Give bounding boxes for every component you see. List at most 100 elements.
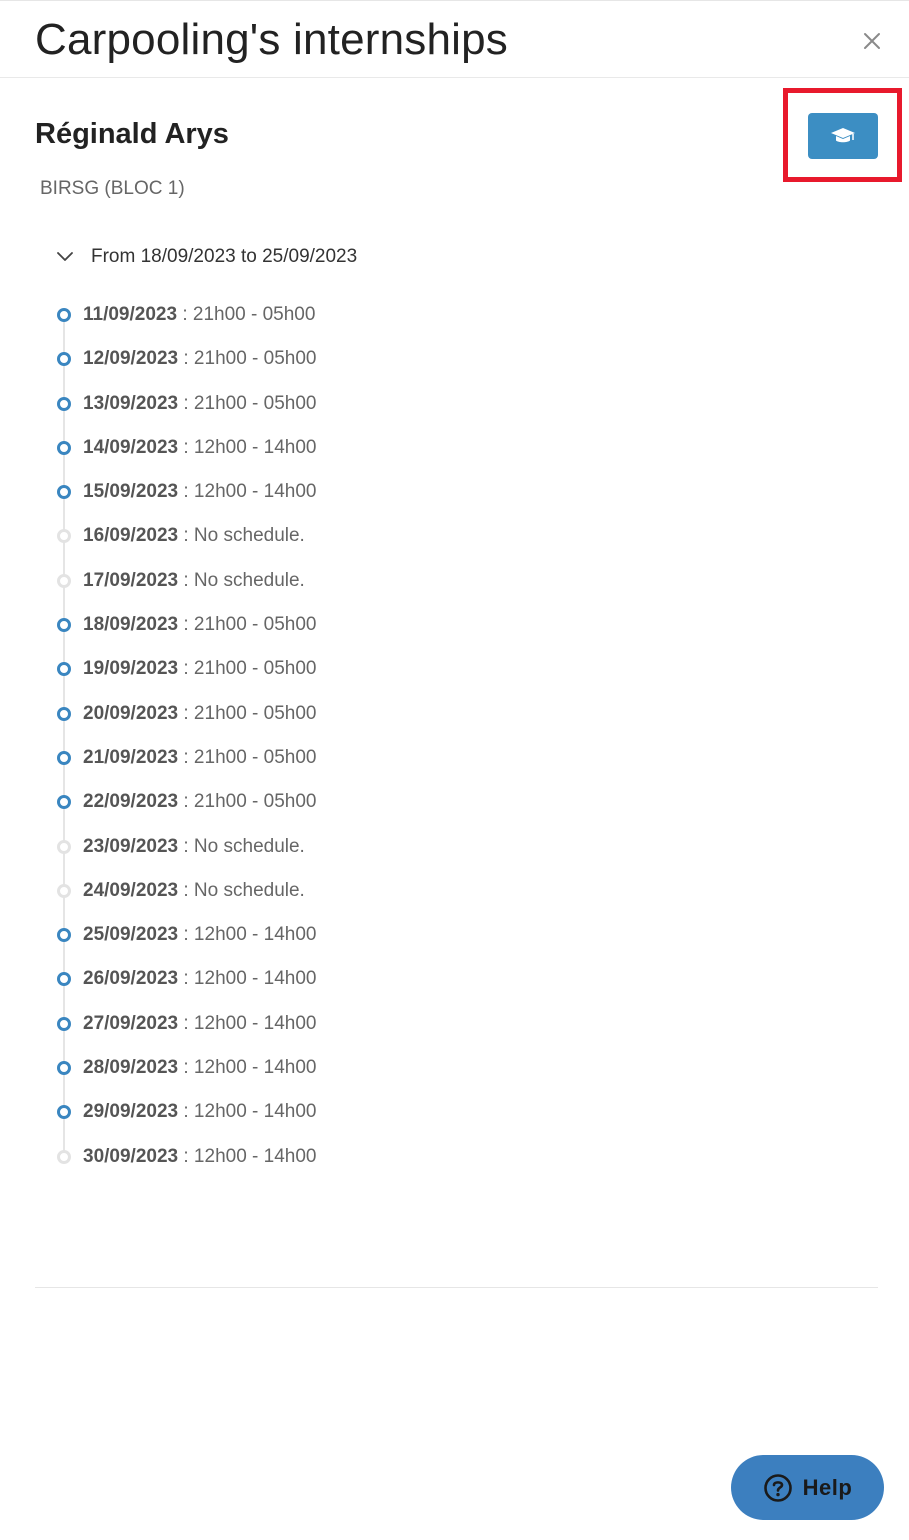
page-title: Carpooling's internships bbox=[35, 15, 509, 64]
schedule-entry: 27/09/2023 : 12h00 - 14h00 bbox=[83, 1012, 316, 1036]
schedule-entry: 21/09/2023 : 21h00 - 05h00 bbox=[83, 746, 316, 770]
schedule-time: : 12h00 - 14h00 bbox=[178, 1145, 317, 1167]
list-item: 25/09/2023 : 12h00 - 14h00 bbox=[0, 913, 909, 957]
schedule-date: 27/09/2023 bbox=[83, 1012, 179, 1034]
schedule-entry: 29/09/2023 : 12h00 - 14h00 bbox=[83, 1100, 316, 1124]
timeline-dot-active bbox=[57, 1061, 71, 1076]
list-item: 15/09/2023 : 12h00 - 14h00 bbox=[0, 470, 909, 514]
schedule-time: : No schedule. bbox=[178, 525, 305, 547]
period-toggle[interactable]: From 18/09/2023 to 25/09/2023 bbox=[55, 243, 357, 271]
close-button[interactable] bbox=[856, 25, 888, 57]
close-icon bbox=[864, 33, 880, 49]
schedule-entry: 13/09/2023 : 21h00 - 05h00 bbox=[83, 392, 316, 416]
schedule-entry: 23/09/2023 : No schedule. bbox=[83, 835, 305, 859]
schedule-entry: 14/09/2023 : 12h00 - 14h00 bbox=[83, 436, 316, 460]
timeline-dot-inactive bbox=[57, 883, 71, 898]
schedule-time: : 21h00 - 05h00 bbox=[178, 614, 317, 636]
list-item: 23/09/2023 : No schedule. bbox=[0, 825, 909, 869]
schedule-date: 19/09/2023 bbox=[83, 658, 179, 680]
schedule-entry: 12/09/2023 : 21h00 - 05h00 bbox=[83, 347, 316, 371]
graduation-cap-icon bbox=[831, 128, 855, 143]
schedule-time: : No schedule. bbox=[178, 879, 305, 901]
schedule-time: : 21h00 - 05h00 bbox=[178, 392, 317, 414]
schedule-date: 30/09/2023 bbox=[83, 1145, 179, 1167]
schedule-date: 16/09/2023 bbox=[83, 525, 179, 547]
list-item: 27/09/2023 : 12h00 - 14h00 bbox=[0, 1002, 909, 1046]
schedule-entry: 28/09/2023 : 12h00 - 14h00 bbox=[83, 1056, 316, 1080]
list-item: 24/09/2023 : No schedule. bbox=[0, 869, 909, 913]
list-item: 22/09/2023 : 21h00 - 05h00 bbox=[0, 780, 909, 824]
timeline-dot-active bbox=[57, 662, 71, 677]
timeline-dot-inactive bbox=[57, 1149, 71, 1164]
schedule-entry: 15/09/2023 : 12h00 - 14h00 bbox=[83, 480, 316, 504]
schedule-date: 28/09/2023 bbox=[83, 1057, 179, 1079]
help-button[interactable]: Help bbox=[731, 1455, 884, 1520]
schedule-time: : No schedule. bbox=[178, 835, 305, 857]
schedule-date: 15/09/2023 bbox=[83, 481, 179, 503]
schedule-date: 17/09/2023 bbox=[83, 569, 179, 591]
list-item: 20/09/2023 : 21h00 - 05h00 bbox=[0, 692, 909, 736]
schedule-date: 18/09/2023 bbox=[83, 614, 179, 636]
list-item: 14/09/2023 : 12h00 - 14h00 bbox=[0, 426, 909, 470]
help-label: Help bbox=[802, 1474, 853, 1500]
timeline-dot-active bbox=[57, 1105, 71, 1120]
internship-button[interactable] bbox=[808, 113, 878, 159]
schedule-date: 12/09/2023 bbox=[83, 348, 179, 370]
internships-modal: Carpooling's internships Réginald Arys B… bbox=[0, 0, 909, 1540]
schedule-date: 26/09/2023 bbox=[83, 968, 179, 990]
schedule-time: : 12h00 - 14h00 bbox=[178, 1012, 317, 1034]
schedule-time: : 12h00 - 14h00 bbox=[178, 924, 317, 946]
schedule-time: : 12h00 - 14h00 bbox=[178, 968, 317, 990]
timeline-dot-active bbox=[57, 795, 71, 810]
list-item: 13/09/2023 : 21h00 - 05h00 bbox=[0, 382, 909, 426]
period-label: From 18/09/2023 to 25/09/2023 bbox=[91, 246, 358, 267]
schedule-date: 14/09/2023 bbox=[83, 436, 179, 458]
timeline-dot-inactive bbox=[57, 573, 71, 588]
timeline-dot-active bbox=[57, 352, 71, 367]
schedule-entry: 17/09/2023 : No schedule. bbox=[83, 569, 305, 593]
schedule-timeline: 11/09/2023 : 21h00 - 05h00 12/09/2023 : 2… bbox=[0, 293, 909, 1179]
timeline-dot-active bbox=[57, 618, 71, 633]
list-item: 11/09/2023 : 21h00 - 05h00 bbox=[0, 293, 909, 337]
list-item: 17/09/2023 : No schedule. bbox=[0, 559, 909, 603]
list-item: 21/09/2023 : 21h00 - 05h00 bbox=[0, 736, 909, 780]
timeline-dot-active bbox=[57, 1016, 71, 1031]
timeline-dot-active bbox=[57, 396, 71, 411]
schedule-time: : 12h00 - 14h00 bbox=[178, 1101, 317, 1123]
schedule-entry: 26/09/2023 : 12h00 - 14h00 bbox=[83, 967, 316, 991]
schedule-time: : No schedule. bbox=[178, 569, 305, 591]
schedule-date: 24/09/2023 bbox=[83, 879, 179, 901]
schedule-time: : 21h00 - 05h00 bbox=[178, 791, 317, 813]
list-item: 28/09/2023 : 12h00 - 14h00 bbox=[0, 1046, 909, 1090]
list-item: 29/09/2023 : 12h00 - 14h00 bbox=[0, 1090, 909, 1134]
schedule-time: : 21h00 - 05h00 bbox=[178, 348, 317, 370]
student-name: Réginald Arys bbox=[35, 118, 229, 150]
timeline-dot-active bbox=[57, 750, 71, 765]
timeline-dot-active bbox=[57, 485, 71, 500]
schedule-date: 13/09/2023 bbox=[83, 392, 179, 414]
schedule-time: : 21h00 - 05h00 bbox=[177, 304, 316, 325]
modal-header: Carpooling's internships bbox=[0, 1, 909, 78]
timeline-dot-active bbox=[57, 706, 71, 721]
timeline-dot-active bbox=[57, 440, 71, 455]
timeline-dot-inactive bbox=[57, 839, 71, 854]
question-circle-icon bbox=[763, 1473, 792, 1502]
schedule-entry: 22/09/2023 : 21h00 - 05h00 bbox=[83, 790, 316, 814]
list-item: 16/09/2023 : No schedule. bbox=[0, 514, 909, 558]
schedule-time: : 21h00 - 05h00 bbox=[178, 746, 317, 768]
timeline-dot-active bbox=[57, 972, 71, 987]
schedule-entry: 24/09/2023 : No schedule. bbox=[83, 879, 305, 903]
schedule-entry: 16/09/2023 : No schedule. bbox=[83, 524, 305, 548]
schedule-entry: 19/09/2023 : 21h00 - 05h00 bbox=[83, 657, 316, 681]
schedule-entry: 20/09/2023 : 21h00 - 05h00 bbox=[83, 702, 316, 726]
schedule-time: : 12h00 - 14h00 bbox=[178, 1057, 317, 1079]
schedule-date: 20/09/2023 bbox=[83, 702, 179, 724]
footer-divider bbox=[35, 1287, 878, 1288]
schedule-entry: 18/09/2023 : 21h00 - 05h00 bbox=[83, 613, 316, 637]
schedule-date: 25/09/2023 bbox=[83, 924, 179, 946]
schedule-time: : 21h00 - 05h00 bbox=[178, 702, 317, 724]
schedule-date: 22/09/2023 bbox=[83, 791, 179, 813]
schedule-time: : 12h00 - 14h00 bbox=[178, 436, 317, 458]
student-group: BIRSG (BLOC 1) bbox=[40, 178, 185, 199]
list-item: 30/09/2023 : 12h00 - 14h00 bbox=[0, 1135, 909, 1179]
